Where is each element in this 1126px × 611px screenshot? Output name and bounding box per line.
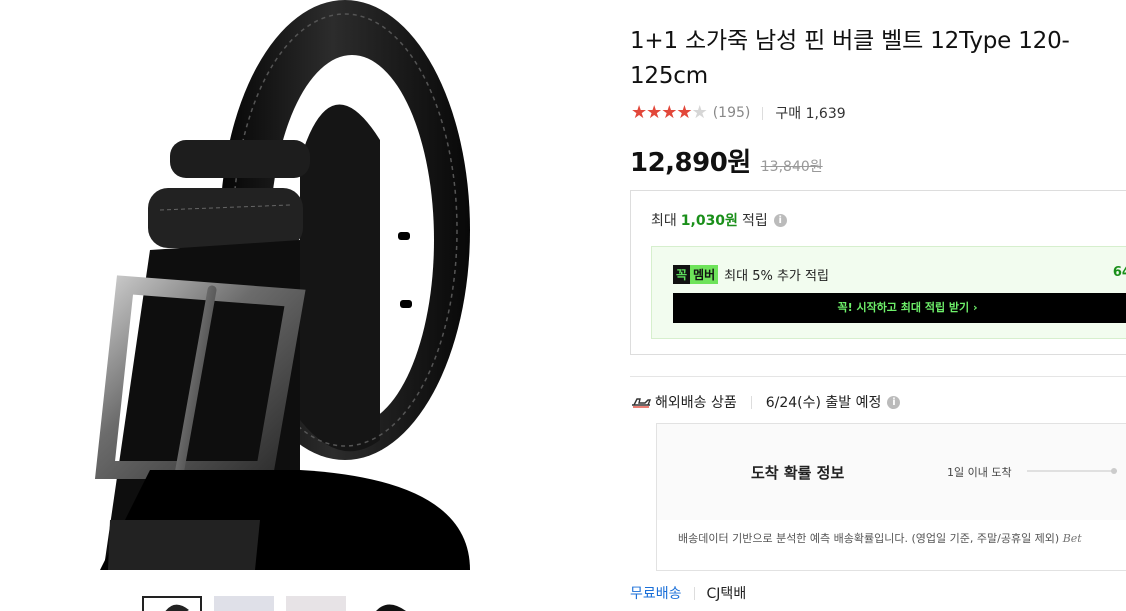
star-icon: ★	[646, 102, 663, 123]
divider	[750, 395, 752, 409]
price-row: 12,890원 13,840원	[630, 142, 823, 178]
product-main-image[interactable]	[0, 0, 612, 570]
thumbnail-3[interactable]	[286, 596, 346, 611]
delivery-row: 무료배송 CJ택배	[630, 583, 746, 603]
arrival-summary: 도착 확률 정보 1일 이내 도착	[657, 424, 1126, 520]
reward-summary: 최대 1,030원 적립 i	[651, 210, 787, 230]
departure-date: 6/24(수) 출발 예정	[765, 395, 882, 411]
reward-prefix: 최대	[651, 213, 677, 229]
membership-text: 최대 5% 추가 적립	[724, 269, 829, 284]
original-price: 13,840원	[760, 159, 823, 175]
thumbnail-4[interactable]	[358, 596, 418, 611]
sales-count: 구매 1,639	[775, 106, 846, 122]
membership-line: 꼭 멤버 최대 5% 추가 적립	[673, 265, 829, 284]
sale-price: 12,890원	[630, 148, 751, 178]
star-icon: ★	[691, 102, 708, 123]
divider	[693, 586, 695, 600]
thumbnail-2[interactable]	[214, 596, 274, 611]
star-icon: ★	[631, 102, 648, 123]
membership-badge-left: 꼭	[673, 265, 691, 284]
shipping-label: 해외배송 상품	[655, 395, 737, 411]
arrival-note: 배송데이터 기반으로 분석한 예측 배송확률입니다. (영업일 기준, 주말/공…	[678, 530, 1082, 546]
star-icon: ★	[661, 102, 678, 123]
membership-badge-right: 멤버	[690, 265, 719, 284]
membership-amount: 644	[1112, 265, 1126, 280]
membership-box: 꼭 멤버 최대 5% 추가 적립 644 꼭! 시작하고 최대 적립 받기 ›	[651, 246, 1126, 339]
product-title: 1+1 소가죽 남성 핀 버클 벨트 12Type 120-125cm	[630, 28, 1070, 89]
arrival-note-logo: Bet	[1062, 532, 1082, 545]
rating-row: ★ ★ ★ ★ ★ (195) 구매 1,639	[631, 103, 846, 123]
divider	[762, 106, 764, 120]
arrival-probability-box: 도착 확률 정보 1일 이내 도착 배송데이터 기반으로 분석한 예측 배송확률…	[656, 423, 1126, 571]
thumbnail-1[interactable]	[142, 596, 202, 611]
shipping-row: 해외배송 상품 6/24(수) 출발 예정 i	[631, 390, 901, 414]
review-count[interactable]: (195)	[713, 105, 751, 121]
info-icon[interactable]: i	[887, 395, 901, 409]
info-icon[interactable]: i	[773, 213, 787, 227]
membership-cta-button[interactable]: 꼭! 시작하고 최대 적립 받기 ›	[673, 293, 1126, 323]
plane-icon	[632, 398, 651, 408]
reward-suffix: 적립	[741, 213, 768, 229]
star-rating[interactable]: ★ ★ ★ ★ ★	[631, 102, 708, 123]
star-icon: ★	[676, 102, 693, 123]
arrival-note-text: 배송데이터 기반으로 분석한 예측 배송확률입니다. (영업일 기준, 주말/공…	[678, 532, 1060, 545]
section-divider	[630, 376, 1126, 377]
arrival-title: 도착 확률 정보	[751, 464, 845, 482]
reward-amount: 1,030원	[680, 213, 738, 229]
reward-box: 최대 1,030원 적립 i 꼭 멤버 최대 5% 추가 적립 644 꼭! 시…	[630, 190, 1126, 355]
arrival-probability-bar	[1027, 468, 1117, 474]
thumbnail-strip	[142, 596, 422, 611]
arrival-range: 1일 이내 도착	[947, 466, 1012, 479]
carrier-label: CJ택배	[706, 586, 747, 602]
free-shipping-label: 무료배송	[630, 586, 682, 602]
